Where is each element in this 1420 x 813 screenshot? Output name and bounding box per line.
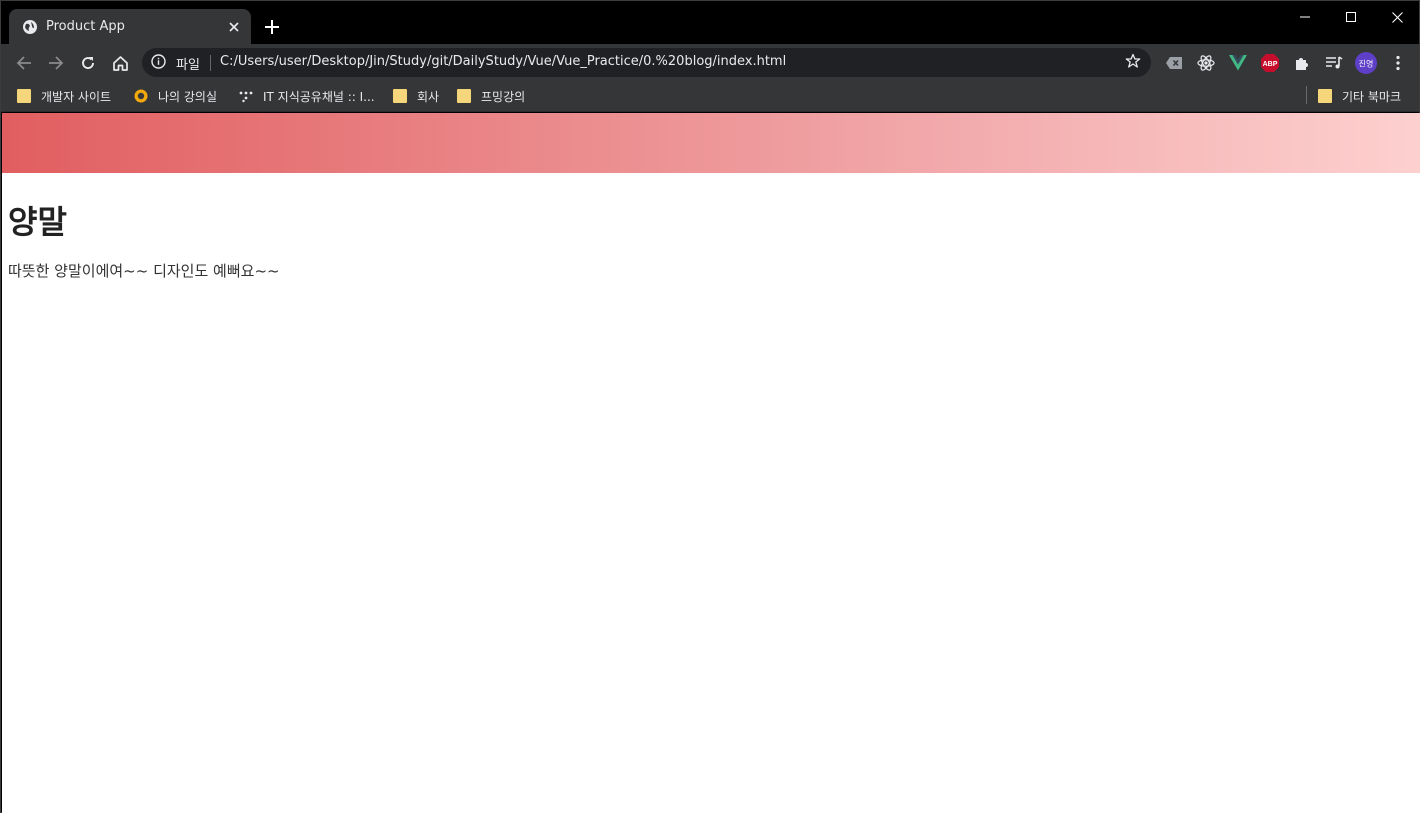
tab-bar: Product App	[1, 1, 1419, 44]
more-menu-icon[interactable]	[1386, 51, 1410, 75]
bookmark-star-icon[interactable]	[1125, 53, 1143, 71]
product-description: 따뜻한 양말이에여~~ 디자인도 예뻐요~~	[8, 262, 280, 280]
folder-icon	[457, 89, 471, 103]
site-icon	[134, 89, 148, 103]
omnibox-divider	[210, 55, 211, 71]
folder-icon	[393, 89, 407, 103]
close-window-button[interactable]	[1374, 1, 1420, 33]
info-icon[interactable]	[151, 54, 168, 71]
new-tab-button[interactable]	[260, 15, 284, 39]
bookmark-my-classroom[interactable]: 나의 강의실	[134, 85, 217, 107]
tab-product-app[interactable]: Product App	[9, 9, 251, 44]
close-tab-icon[interactable]	[223, 16, 245, 38]
bookmark-label: 기타 북마크	[1342, 89, 1402, 104]
url-text[interactable]: C:/Users/user/Desktop/Jin/Study/git/Dail…	[220, 54, 786, 69]
address-bar[interactable]: 파일 C:/Users/user/Desktop/Jin/Study/git/D…	[142, 48, 1151, 77]
vue-devtools-icon[interactable]	[1226, 51, 1250, 75]
bookmark-it-channel[interactable]: IT 지식공유채널 :: I...	[239, 85, 375, 107]
folder-icon	[1318, 89, 1332, 103]
media-queue-icon[interactable]	[1322, 51, 1346, 75]
bookmark-other[interactable]: 기타 북마크	[1318, 85, 1401, 107]
minimize-button[interactable]	[1282, 1, 1328, 33]
bookmark-company[interactable]: 회사	[393, 85, 439, 107]
forward-button[interactable]	[42, 49, 70, 77]
site-icon	[239, 89, 253, 103]
extensions-puzzle-icon[interactable]	[1290, 51, 1314, 75]
back-button[interactable]	[10, 49, 38, 77]
header-banner	[2, 113, 1420, 173]
folder-icon	[17, 89, 31, 103]
bookmark-label: IT 지식공유채널 :: I...	[263, 89, 375, 104]
adblock-plus-icon[interactable]: ABP	[1258, 51, 1282, 75]
maximize-button[interactable]	[1328, 1, 1374, 33]
browser-toolbar: 파일 C:/Users/user/Desktop/Jin/Study/git/D…	[1, 44, 1419, 81]
scheme-label: 파일	[176, 58, 200, 73]
abp-label: ABP	[1263, 61, 1278, 68]
bookmark-label: 개발자 사이트	[41, 89, 112, 104]
bookmarks-bar: 개발자 사이트 나의 강의실 IT 지식공유채널 :: I... 회사 프밍강의…	[1, 81, 1419, 112]
browser-window: Product App 파일 C:/Users/user/Desktop/Jin…	[0, 0, 1420, 813]
clear-icon[interactable]	[1162, 51, 1186, 75]
tab-title: Product App	[46, 19, 125, 34]
bookmarks-divider	[1306, 86, 1307, 104]
bookmark-label: 나의 강의실	[158, 89, 218, 104]
bookmark-label: 회사	[417, 89, 440, 104]
bookmark-label: 프밍강의	[481, 89, 526, 104]
page-viewport: 양말 따뜻한 양말이에여~~ 디자인도 예뻐요~~	[2, 113, 1420, 813]
product-title: 양말	[8, 203, 67, 241]
globe-icon	[22, 19, 38, 35]
bookmark-programming-lectures[interactable]: 프밍강의	[457, 85, 525, 107]
react-devtools-icon[interactable]	[1194, 51, 1218, 75]
profile-label: 진영	[1359, 59, 1374, 69]
home-button[interactable]	[106, 49, 134, 77]
reload-button[interactable]	[74, 49, 102, 77]
bookmark-dev-sites[interactable]: 개발자 사이트	[17, 85, 111, 107]
profile-avatar[interactable]: 진영	[1354, 51, 1378, 75]
